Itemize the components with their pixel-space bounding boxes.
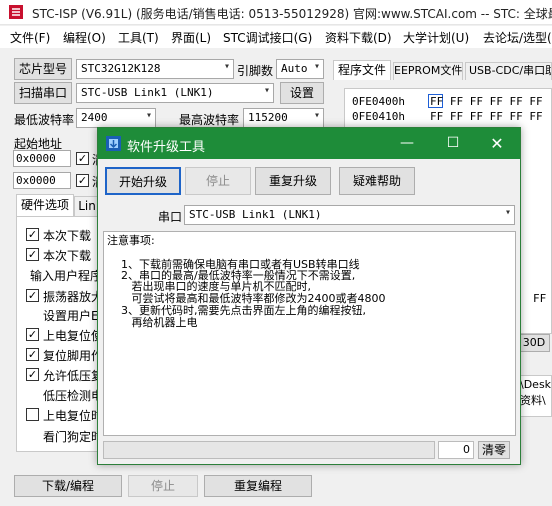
chevron-down-icon: ▾ [313,61,320,72]
repeat-upgrade-button[interactable]: 重复升级 [255,167,331,195]
clear-checkbox-1[interactable]: ✓ [76,152,89,165]
notes-heading: 注意事项: [107,234,155,247]
notes-line: 再给机器上电 [107,316,198,329]
option-checkbox-6[interactable]: ✓ [26,328,39,341]
chevron-down-icon: ▾ [263,85,270,96]
option-checkbox-8[interactable]: ✓ [26,368,39,381]
menu-tools[interactable]: 工具(T) [118,29,159,46]
maximize-icon[interactable]: ☐ [430,128,476,159]
menu-forum[interactable]: 去论坛/选型(W) [483,29,552,46]
tab-eeprom-file[interactable]: EEPROM文件 [393,62,463,80]
option-label-1: 本次下载 [43,229,92,243]
software-upgrade-dialog: 软件升级工具 — ☐ ✕ 开始升级 停止 重复升级 疑难帮助 串口 STC-US… [97,127,521,465]
notes-textarea[interactable]: 注意事项: 1、下载前需确保电脑有串口或者有USB转串口线 2、串口的最高/最低… [103,231,516,436]
30d-button[interactable]: 30D [518,334,550,352]
dialog-stop-button[interactable]: 停止 [185,167,251,195]
clear-checkbox-2[interactable]: ✓ [76,174,89,187]
dialog-port-value: STC-USB Link1 (LNK1) [189,208,322,221]
pin-count-select[interactable]: Auto ▾ [276,59,324,79]
download-program-button[interactable]: 下载/编程 [14,475,122,497]
min-baud-value: 2400 [81,111,108,124]
settings-button[interactable]: 设置 [280,82,324,104]
dialog-port-select[interactable]: STC-USB Link1 (LNK1) ▾ [184,205,515,225]
dialog-title: 软件升级工具 [127,140,206,155]
close-icon[interactable]: ✕ [474,128,520,159]
troubleshoot-help-button[interactable]: 疑难帮助 [339,167,415,195]
upgrade-tool-icon [106,136,121,151]
option-label-11: 看门狗定时 [43,430,104,444]
progress-bar [103,441,435,459]
minimize-icon[interactable]: — [384,128,430,159]
chip-model-button[interactable]: 芯片型号 [14,58,72,80]
window-title: STC-ISP (V6.91L) (服务电话/销售电话: 0513-550129… [32,7,552,21]
window-titlebar: STC-ISP (V6.91L) (服务电话/销售电话: 0513-550129… [0,0,552,25]
menu-file[interactable]: 文件(F) [10,29,50,46]
menu-downloads[interactable]: 资料下载(D) [325,29,392,46]
port-select[interactable]: STC-USB Link1 (LNK1) ▾ [76,83,274,103]
chevron-down-icon: ▾ [145,110,152,121]
menu-program[interactable]: 编程(O) [63,29,106,46]
clear-counter-button[interactable]: 清零 [478,441,510,459]
chevron-down-icon: ▾ [313,110,320,121]
dialog-titlebar: 软件升级工具 — ☐ ✕ [98,128,520,159]
app-icon [9,5,23,19]
repeat-program-button[interactable]: 重复编程 [204,475,312,497]
option-checkbox-1[interactable]: ✓ [26,228,39,241]
hex-address: 0FE0400h [352,95,405,108]
max-baud-value: 115200 [248,111,288,124]
option-checkbox-2[interactable]: ✓ [26,248,39,261]
start-address-input-1[interactable]: 0x0000 [13,150,71,167]
hex-address: 0FE0410h [352,110,405,123]
pin-count-label: 引脚数 [237,64,274,78]
min-baud-select[interactable]: 2400 ▾ [76,108,156,128]
start-upgrade-button[interactable]: 开始升级 [105,167,181,195]
dialog-port-label: 串口 [158,210,183,224]
stop-button[interactable]: 停止 [128,475,198,497]
min-baud-label: 最低波特率 [14,113,75,127]
option-label-4: 振荡器放大 [43,290,104,304]
max-baud-select[interactable]: 115200 ▾ [243,108,324,128]
option-label-3: 输入用户程序 [30,269,103,283]
chip-model-select[interactable]: STC32G12K128 ▾ [76,59,234,79]
option-label-10: 上电复位时 [43,409,104,423]
chip-model-value: STC32G12K128 [81,62,161,75]
hex-bytes: FF FF FF FF FF FF [430,95,543,108]
option-checkbox-4[interactable]: ✓ [26,289,39,302]
menu-university[interactable]: 大学计划(U) [403,29,469,46]
port-value: STC-USB Link1 (LNK1) [81,86,214,99]
option-checkbox-7[interactable]: ✓ [26,348,39,361]
scan-port-button[interactable]: 扫描串口 [14,82,72,104]
option-label-8: 允许低压复 [43,369,104,383]
progress-counter: 0 [438,441,474,459]
max-baud-label: 最高波特率 [179,113,240,127]
hex-byte: FF [533,292,547,305]
start-address-input-2[interactable]: 0x0000 [13,172,71,189]
tab-usb-cdc[interactable]: USB-CDC/串口助手 [465,62,552,80]
option-checkbox-10[interactable] [26,408,39,421]
option-label-6: 上电复位使 [43,329,104,343]
tab-program-file[interactable]: 程序文件 [333,60,391,80]
option-label-9: 低压检测电 [43,389,104,403]
chevron-down-icon: ▾ [223,61,230,72]
tab-hardware-options[interactable]: 硬件选项 [16,194,74,216]
hex-bytes: FF FF FF FF FF FF [430,110,543,123]
menu-interface[interactable]: 界面(L) [171,29,211,46]
path-line-1: \Desk [520,378,552,391]
menu-bar: 文件(F) 编程(O) 工具(T) 界面(L) STC调试接口(G) 资料下载(… [0,26,552,48]
option-label-2: 本次下载 [43,249,92,263]
menu-stc-debug[interactable]: STC调试接口(G) [223,29,312,46]
option-label-7: 复位脚用作 [43,349,104,363]
pin-count-value: Auto [281,62,308,75]
path-line-2: 资料\ [520,394,546,407]
chevron-down-icon: ▾ [504,207,511,218]
